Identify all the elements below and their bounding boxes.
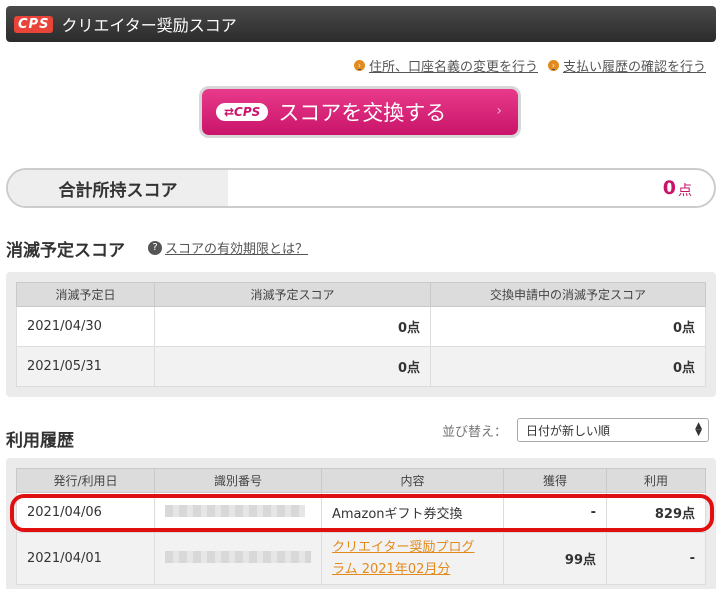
history-content-link[interactable]: クリエイター奨励プログ ラム 2021年02月分	[321, 532, 504, 585]
exchange-score-label: スコアを交換する	[278, 101, 447, 125]
total-score-number: 0	[662, 177, 676, 199]
change-address-link[interactable]: › 住所、口座名義の変更を行う	[353, 56, 538, 75]
history-earned: -	[503, 492, 607, 533]
history-date: 2021/04/01	[16, 532, 155, 585]
app-header: CPS クリエイター奨励スコア	[6, 6, 716, 42]
cps-logo: CPS	[14, 15, 54, 33]
chevron-right-icon: ›	[353, 60, 365, 71]
history-used: 829点	[606, 492, 706, 533]
expiry-pending: 0点	[430, 346, 706, 387]
payment-history-link[interactable]: › 支払い履歴の確認を行う	[547, 56, 706, 75]
history-col-used: 利用	[606, 468, 706, 493]
history-col-earned: 獲得	[503, 468, 607, 493]
table-row: 2021/04/06 Amazonギフト券交換 - 829点	[16, 492, 706, 533]
payment-history-label: 支払い履歴の確認を行う	[562, 60, 706, 75]
table-row: 2021/04/30 0点 0点	[16, 306, 706, 347]
history-content: Amazonギフト券交換	[321, 492, 504, 533]
expiry-section-title: 消滅予定スコア	[6, 241, 125, 261]
account-links: › 住所、口座名義の変更を行う › 支払い履歴の確認を行う	[353, 56, 706, 75]
expiry-table: 消滅予定日 消滅予定スコア 交換申請中の消滅予定スコア 2021/04/30 0…	[16, 282, 706, 387]
sort-label: 並び替え：	[442, 424, 508, 440]
expiry-score: 0点	[154, 346, 431, 387]
expiry-date: 2021/05/31	[16, 346, 155, 387]
total-score-unit: 点	[678, 183, 692, 199]
history-col-date: 発行/利用日	[16, 468, 155, 493]
expiry-col-score: 消滅予定スコア	[154, 282, 431, 307]
expiry-date: 2021/04/30	[16, 306, 155, 347]
history-content-line1: クリエイター奨励プログ	[332, 539, 475, 555]
history-col-content: 内容	[321, 468, 504, 493]
history-section-title: 利用履歴	[6, 431, 74, 451]
chevron-right-icon: ›	[496, 103, 502, 119]
expiry-pending: 0点	[430, 306, 706, 347]
cps-exchange-icon: ⇄CPS	[216, 103, 269, 121]
sort-select[interactable]: 日付が新しい順 ▲ ▼	[517, 418, 710, 442]
history-used: -	[606, 532, 706, 585]
history-id-redacted	[154, 532, 322, 585]
table-row: 2021/04/01 クリエイター奨励プログ ラム 2021年02月分 99点 …	[16, 532, 706, 585]
expiry-col-pending: 交換申請中の消滅予定スコア	[430, 282, 706, 307]
expiry-col-date: 消滅予定日	[16, 282, 155, 307]
history-content-line2: ラム 2021年02月分	[332, 561, 451, 577]
expiry-panel: 消滅予定日 消滅予定スコア 交換申請中の消滅予定スコア 2021/04/30 0…	[6, 272, 716, 397]
select-arrows-icon: ▲ ▼	[695, 421, 703, 438]
expiry-help-link[interactable]: ? スコアの有効期限とは？	[148, 238, 308, 257]
history-col-id: 識別番号	[154, 468, 322, 493]
expiry-help-label: スコアの有効期限とは？	[165, 242, 309, 257]
history-earned: 99点	[503, 532, 607, 585]
sort-control: 並び替え： 日付が新しい順 ▲ ▼	[442, 418, 710, 442]
question-icon: ?	[148, 240, 162, 255]
total-score-box: 合計所持スコア 0 点	[6, 168, 716, 208]
expiry-score: 0点	[154, 306, 431, 347]
chevron-right-icon: ›	[547, 60, 559, 71]
sort-value: 日付が新しい順	[526, 423, 611, 438]
table-row: 2021/05/31 0点 0点	[16, 346, 706, 387]
total-score-label: 合計所持スコア	[8, 170, 228, 206]
history-table: 発行/利用日 識別番号 内容 獲得 利用 2021/04/06 Amazonギフ…	[16, 468, 706, 585]
change-address-label: 住所、口座名義の変更を行う	[368, 60, 538, 75]
exchange-score-button[interactable]: ⇄CPS スコアを交換する ›	[199, 86, 521, 138]
total-score-value: 0 点	[228, 170, 714, 206]
history-id-redacted	[154, 492, 322, 533]
page-title: クリエイター奨励スコア	[61, 16, 237, 35]
history-date: 2021/04/06	[16, 492, 155, 533]
history-panel: 発行/利用日 識別番号 内容 獲得 利用 2021/04/06 Amazonギフ…	[6, 458, 716, 589]
